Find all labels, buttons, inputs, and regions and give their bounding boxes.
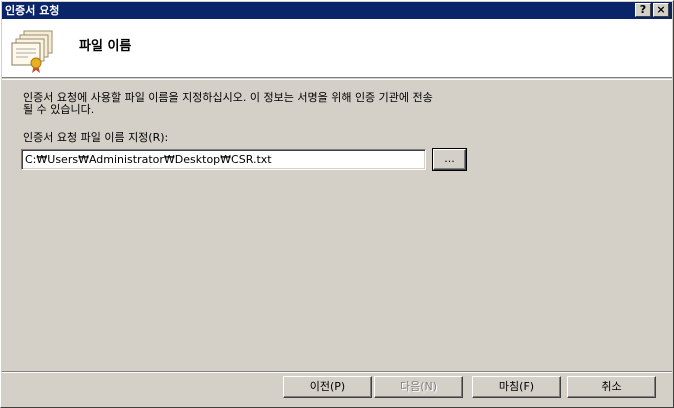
- page-title: 파일 이름: [79, 39, 132, 54]
- wizard-header: 파일 이름: [2, 19, 672, 78]
- next-button[interactable]: 다음(N): [374, 376, 463, 398]
- certificate-request-dialog: 인증서 요청 ? × 파일 이름 인증서 요청에 사용할 파일 이름을 지정하십…: [0, 0, 674, 408]
- description-text: 인증서 요청에 사용할 파일 이름을 지정하십시오. 이 정보는 서명을 위해 …: [23, 91, 433, 116]
- window-title: 인증서 요청: [5, 4, 60, 17]
- close-button[interactable]: ×: [653, 3, 669, 17]
- back-button[interactable]: 이전(P): [283, 376, 372, 398]
- file-name-input[interactable]: [21, 149, 426, 170]
- header-divider: [2, 79, 672, 80]
- browse-button[interactable]: ...: [432, 148, 467, 171]
- footer-divider-highlight: [2, 372, 672, 373]
- title-buttons: ? ×: [635, 3, 669, 17]
- certificate-stack-icon: [11, 30, 53, 73]
- file-name-label: 인증서 요청 파일 이름 지정(R):: [23, 131, 169, 144]
- cancel-button[interactable]: 취소: [567, 376, 656, 398]
- title-bar[interactable]: 인증서 요청 ? ×: [2, 2, 672, 19]
- finish-button[interactable]: 마침(F): [472, 376, 561, 398]
- help-button[interactable]: ?: [635, 3, 651, 17]
